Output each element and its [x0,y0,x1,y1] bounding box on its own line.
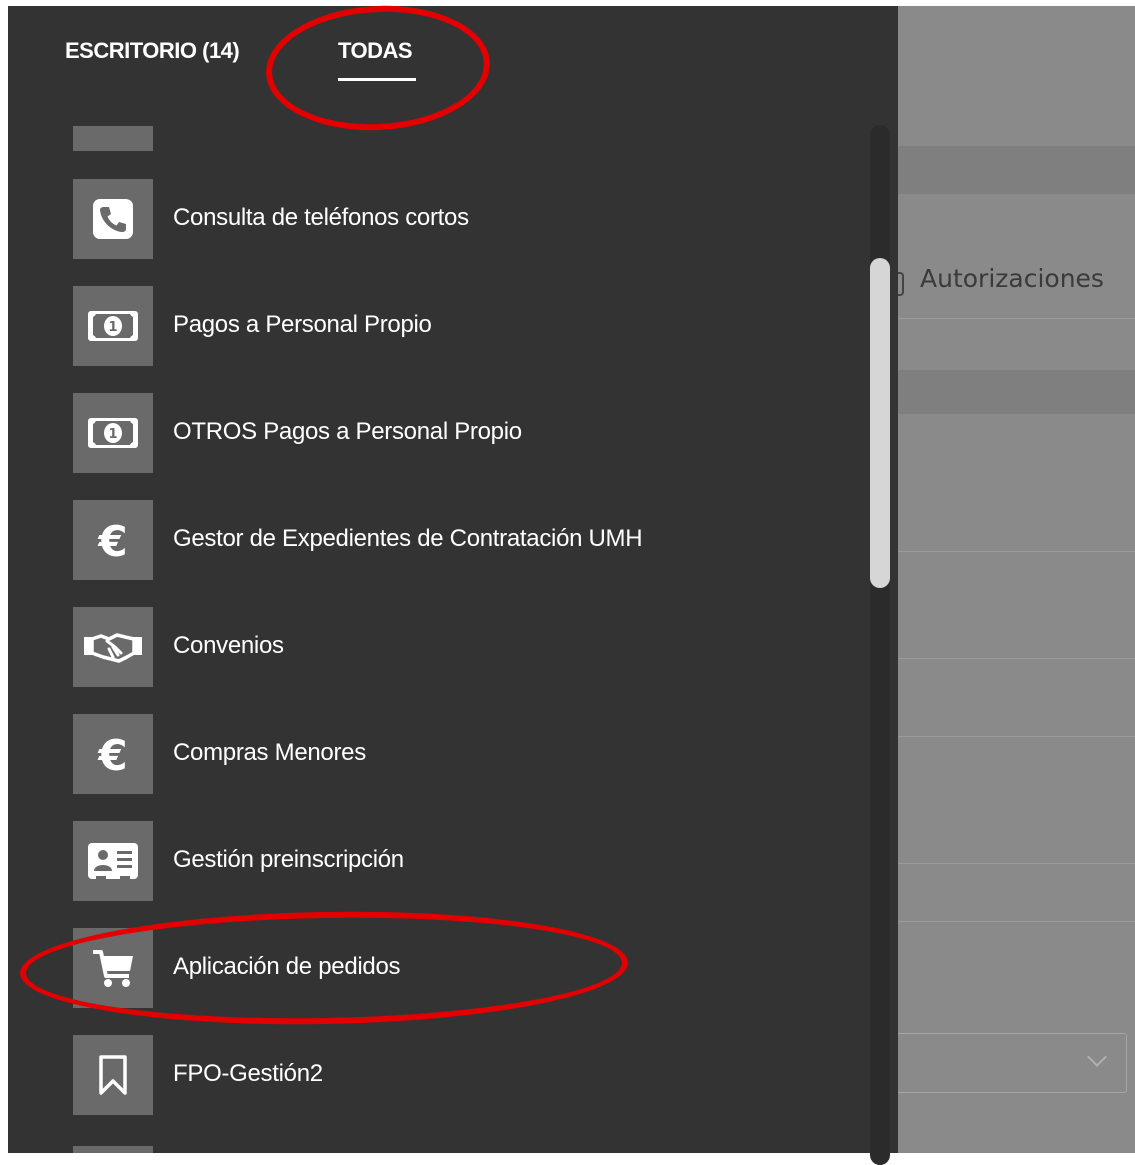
active-tab-indicator [338,78,416,81]
app-icon-partial [73,126,153,151]
chevron-down-icon [1087,1047,1107,1067]
svg-text:€: € [97,517,127,564]
phone-icon [73,179,153,259]
svg-text:€: € [97,731,127,778]
euro-icon: € [73,500,153,580]
banknote-icon: 1 [73,393,153,473]
app-item-label: Consulta de teléfonos cortos [173,204,469,231]
app-item-gestor-expedientes[interactable]: € Gestor de Expedientes de Contratación … [73,500,853,580]
app-item-label: Gestor de Expedientes de Contratación UM… [173,525,643,552]
app-item-fpo-gestion2[interactable]: FPO-Gestión2 [73,1035,853,1115]
app-item-label: OTROS Pagos a Personal Propio [173,418,522,445]
tab-escritorio[interactable]: ESCRITORIO (14) [65,38,240,64]
svg-text:1: 1 [108,320,117,335]
app-icon-partial [73,1146,153,1153]
background-select [892,1033,1127,1093]
tab-bar: ESCRITORIO (14) TODAS [8,6,898,106]
app-item-label: Pagos a Personal Propio [173,311,432,338]
tab-todas[interactable]: TODAS [338,38,413,64]
app-item-convenios[interactable]: Convenios [73,607,853,687]
handshake-icon [73,607,153,687]
app-item-consulta-telefonos[interactable]: Consulta de teléfonos cortos [73,179,853,259]
apps-sidebar: ESCRITORIO (14) TODAS Consulta de teléfo… [8,6,898,1153]
app-item-aplicacion-pedidos[interactable]: Aplicación de pedidos [73,928,853,1008]
app-item-label: Compras Menores [173,739,366,766]
app-item-label: Convenios [173,632,284,659]
euro-icon: € [73,714,153,794]
scrollbar-thumb[interactable] [870,258,890,588]
svg-text:1: 1 [108,427,117,442]
background-autorizaciones-label: Autorizaciones [920,264,1104,293]
app-item-label: FPO-Gestión2 [173,1060,323,1087]
app-item-label: Gestión preinscripción [173,846,404,873]
app-item-label: Aplicación de pedidos [173,953,401,980]
app-item-otros-pagos[interactable]: 1 OTROS Pagos a Personal Propio [73,393,853,473]
shopping-cart-icon [73,928,153,1008]
app-item-gestion-preinscripcion[interactable]: Gestión preinscripción [73,821,853,901]
bookmark-icon [73,1035,153,1115]
banknote-icon: 1 [73,286,153,366]
app-item-pagos-personal[interactable]: 1 Pagos a Personal Propio [73,286,853,366]
contact-card-icon [73,821,153,901]
app-item-compras-menores[interactable]: € Compras Menores [73,714,853,794]
